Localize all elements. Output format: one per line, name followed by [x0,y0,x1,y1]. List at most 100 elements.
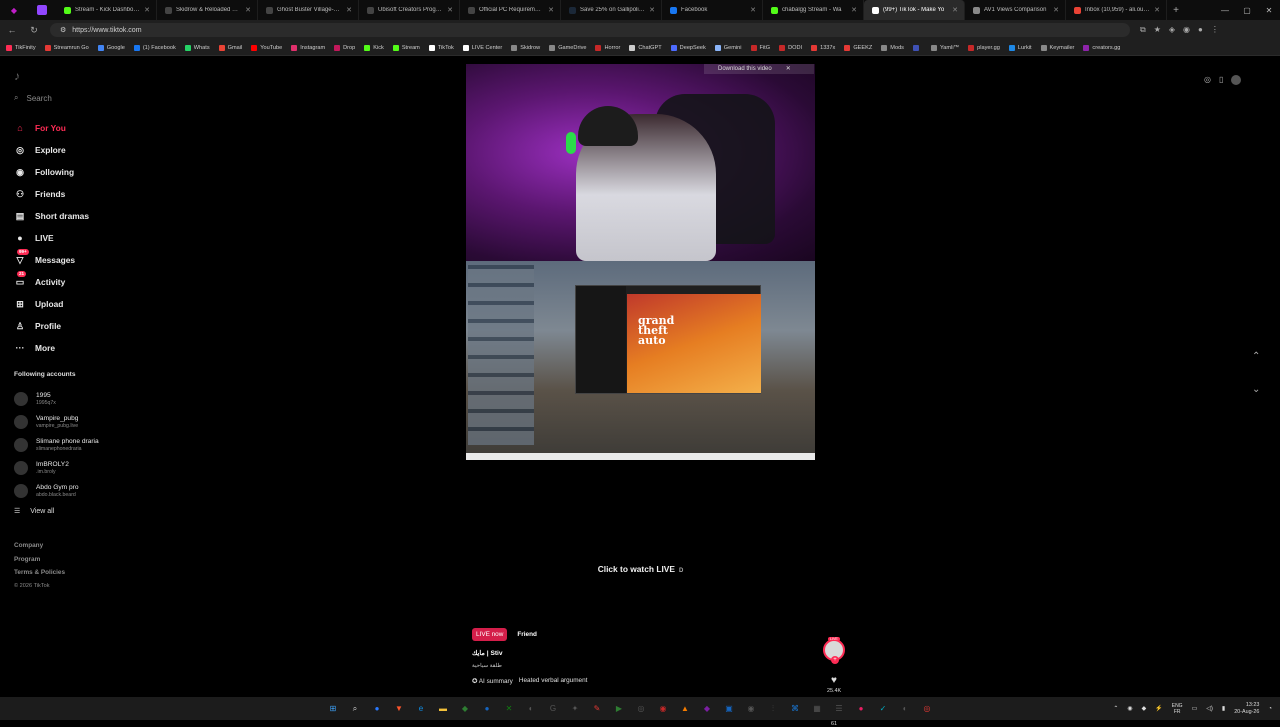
bookmark-item[interactable]: Stream [392,44,420,51]
tray-app-icon[interactable]: ◆ [1142,705,1147,712]
chevron-up-icon[interactable]: ⌃ [1252,351,1260,362]
xbox-icon[interactable]: ✕ [502,702,516,716]
close-tab-icon[interactable]: ✕ [1154,6,1160,14]
app-icon[interactable]: ◆ [700,702,714,716]
following-account-item[interactable]: 1995 1995q7x [14,387,99,410]
install-icon[interactable]: ⧉ [1140,25,1146,35]
close-tab-icon[interactable]: ✕ [245,6,251,14]
app-icon[interactable]: G [546,702,560,716]
minimize-icon[interactable]: — [1214,6,1236,15]
bookmark-item[interactable]: Streamrun Go [44,44,89,51]
app-icon[interactable]: ◐ [524,702,538,716]
sidebar-item-live[interactable]: ● LIVE [14,227,89,249]
app-icon[interactable]: ⫶ [766,702,780,716]
bookmark-item[interactable]: ChatGPT [629,44,662,51]
volume-icon[interactable]: ◁) [1206,705,1213,712]
bookmark-item[interactable]: 1337x [811,44,835,51]
app-icon[interactable]: ✦ [568,702,582,716]
bookmark-item[interactable]: GameDrive [549,44,586,51]
search-icon[interactable]: ⌕ [348,702,362,716]
app-icon[interactable]: ◉ [744,702,758,716]
close-tab-icon[interactable]: ✕ [851,6,857,14]
app-icon[interactable]: ● [370,702,384,716]
sidebar-item-friends[interactable]: ⚇ Friends [14,183,89,205]
app-icon[interactable]: ◉ [656,702,670,716]
extension-icon[interactable]: ◉ [1183,25,1190,35]
app-icon[interactable]: ◐ [898,702,912,716]
browser-tab[interactable]: Save 25% on Gallipoli on ✕ [561,0,662,20]
browser-tab[interactable]: Facebook ✕ [662,0,763,20]
bookmark-item[interactable]: Kick [364,44,384,51]
browser-tab[interactable]: Ubisoft Creators Program ✕ [359,0,460,20]
bookmark-item[interactable]: YouTube [251,44,282,51]
sidebar-item-following[interactable]: ◉ Following [14,161,89,183]
app-icon[interactable]: ◆ [458,702,472,716]
following-account-item[interactable]: Vampire_pubg vampire_pubg.live [14,410,99,433]
browser-tab[interactable]: Inbox (10,959) - ali.ouche ✕ [1066,0,1167,20]
reload-icon[interactable]: ↻ [28,25,40,36]
app-icon[interactable]: ▶ [612,702,626,716]
app-icon[interactable]: ✓ [876,702,890,716]
battery-icon[interactable]: ▮ [1222,705,1225,712]
close-tab-icon[interactable]: ✕ [649,6,655,14]
sidebar-item-explore[interactable]: ◎ Explore [14,139,89,161]
notification-icon[interactable]: ◔ [1268,706,1272,712]
new-tab-button[interactable]: + [1167,5,1185,16]
app-icon[interactable]: ✎ [590,702,604,716]
tray-app-icon[interactable]: ⚡ [1155,705,1162,712]
search-box[interactable]: ⌕ Search [14,93,52,103]
sidebar-item-for-you[interactable]: ⌂ For You [14,117,89,139]
tiktok-logo-icon[interactable]: ♪ [14,69,20,83]
twitch-icon[interactable] [28,0,56,20]
bookmark-item[interactable] [912,44,922,51]
following-account-item[interactable]: Abdo Gym pro abdo.black.beard [14,479,99,502]
profile-icon[interactable]: ● [1198,25,1203,35]
bookmark-item[interactable]: Whats [184,44,210,51]
browser-tab[interactable]: Official PC Requirements ✕ [460,0,561,20]
bookmark-item[interactable]: player.gg [968,44,1000,51]
sidebar-item-more[interactable]: ··· More [14,337,89,359]
bookmark-item[interactable]: Instagram [291,44,325,51]
view-all-button[interactable]: ☰ View all [14,507,54,516]
bookmark-item[interactable]: Lurkit [1008,44,1032,51]
site-info-icon[interactable]: ⚙ [60,26,66,34]
close-tab-icon[interactable]: ✕ [346,6,352,14]
close-tab-icon[interactable]: ✕ [144,6,150,14]
app-icon[interactable]: ▣ [722,702,736,716]
back-icon[interactable]: ← [6,25,18,35]
download-video-bar[interactable]: Download this video ✕ [704,64,814,74]
app-icon[interactable]: ● [480,702,494,716]
bookmark-item[interactable]: DeepSeek [670,44,706,51]
app-icon[interactable]: ◎ [920,702,934,716]
close-tab-icon[interactable]: ✕ [750,6,756,14]
live-video-player[interactable]: Download this video ✕ grand theft auto C… [466,64,815,689]
bookmark-item[interactable]: Mods [881,44,904,51]
chevron-up-icon[interactable]: ⌃ [1113,705,1118,712]
footer-link-company[interactable]: Company [14,539,65,553]
language-indicator[interactable]: ENG FR [1172,703,1183,715]
app-icon[interactable]: ▲ [678,702,692,716]
close-tab-icon[interactable]: ✕ [952,6,958,14]
settings-icon[interactable]: ⋮ [1211,25,1219,35]
close-window-icon[interactable]: ✕ [1258,6,1280,15]
app-icon[interactable]: ▦ [810,702,824,716]
ai-summary[interactable]: ✪ AI summary Heated verbal argument [472,677,587,685]
app-icon[interactable]: ⌘ [788,702,802,716]
follow-plus-icon[interactable]: + [831,656,839,664]
close-tab-icon[interactable]: ✕ [447,6,453,14]
device-icon[interactable]: ▯ [1219,75,1223,85]
sidebar-item-upload[interactable]: ⊞ Upload [14,293,89,315]
file-explorer-icon[interactable]: ▬ [436,702,450,716]
close-tab-icon[interactable]: ✕ [548,6,554,14]
user-avatar[interactable] [1231,75,1242,85]
footer-link-program[interactable]: Program [14,553,65,567]
coin-icon[interactable]: ◎ [1204,75,1211,85]
bookmark-item[interactable]: Yamli™ [930,44,959,51]
bookmark-item[interactable]: Skidrow [511,44,540,51]
heart-icon[interactable]: ♥ [822,675,846,686]
url-field[interactable]: ⚙ https://www.tiktok.com [50,23,1130,37]
browser-tab[interactable]: Skidrow & Reloaded Gam ✕ [157,0,258,20]
sidebar-item-messages[interactable]: ▽ 99+ Messages [14,249,89,271]
browser-tab[interactable]: Ghost Buster Village-P2P ✕ [258,0,359,20]
network-icon[interactable]: ▭ [1192,705,1198,712]
